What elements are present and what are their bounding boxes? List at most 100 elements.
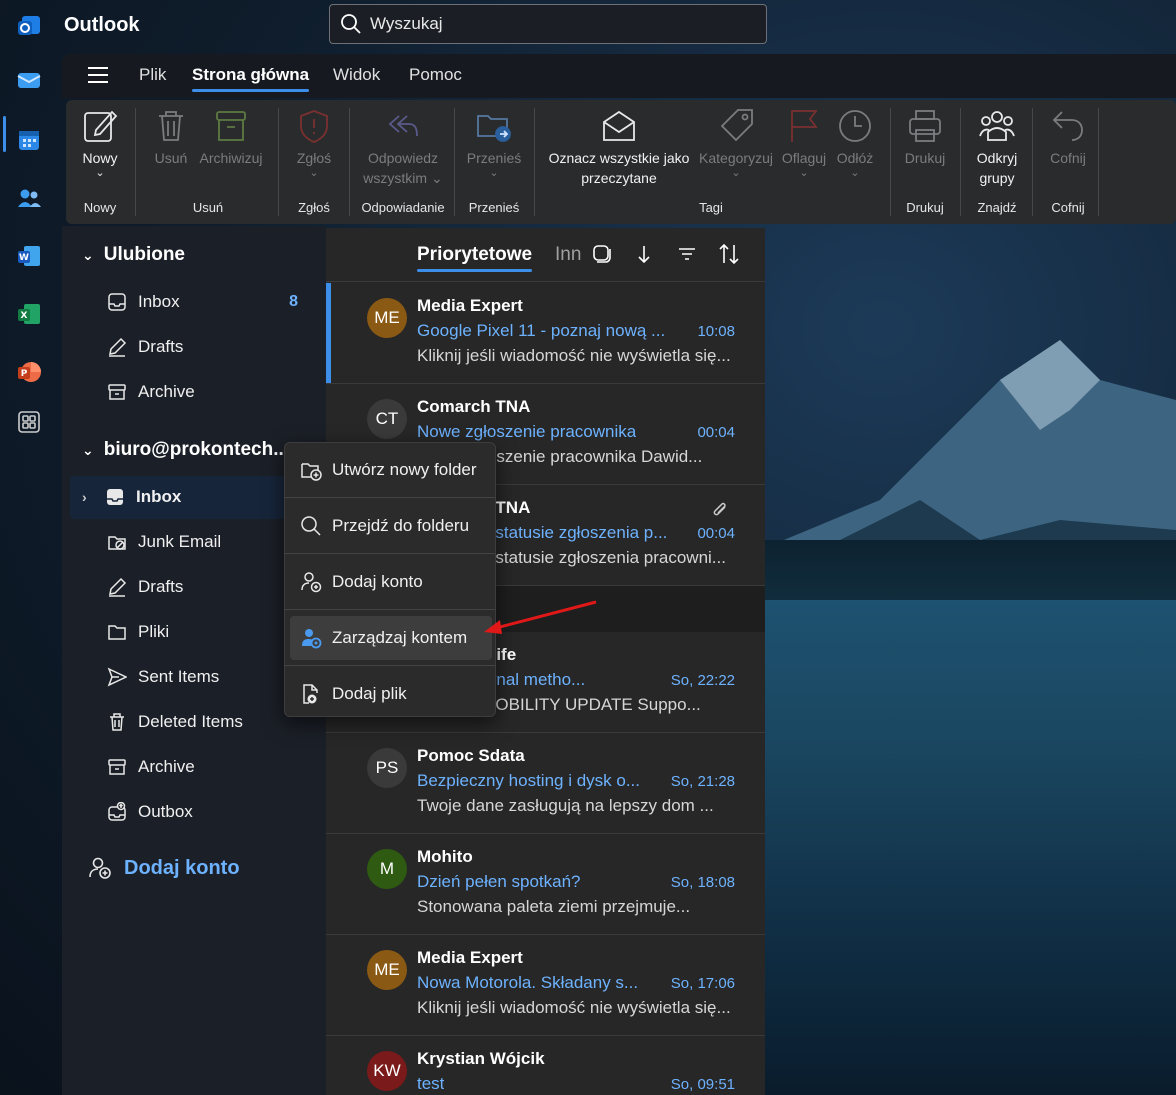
message-time: 10:08 (697, 323, 735, 340)
search-input[interactable]: Wyszukaj (329, 4, 767, 44)
chevron-down-icon: ⌄ (309, 167, 319, 179)
group-label-tags: Tagi (699, 200, 723, 215)
send-icon (106, 666, 128, 688)
flag-icon (791, 110, 818, 142)
menu-item-add-account[interactable]: Dodaj konto (290, 560, 492, 604)
menu-separator (285, 609, 495, 610)
folder-inbox[interactable]: › Inbox (82, 485, 181, 509)
folder-fav-inbox[interactable]: Inbox (106, 290, 180, 314)
message-preview: Twoje dane zasługują na lepszy dom ... (417, 796, 714, 815)
undo-button[interactable]: Cofnij (1044, 108, 1092, 168)
powerpoint-icon[interactable]: P (15, 358, 43, 386)
group-label-delete: Usuń (192, 200, 224, 215)
folder-junk[interactable]: Junk Email (106, 530, 221, 554)
reply-all-button[interactable]: Odpowiedz wszystkim ⌄ (358, 108, 448, 188)
message-row[interactable]: ME Media Expert Nowa Motorola. Składany … (326, 935, 765, 1036)
calendar-icon[interactable] (15, 126, 43, 154)
mark-all-read-button[interactable]: Oznacz wszystkie jako przeczytane (544, 108, 694, 188)
word-icon[interactable]: W (15, 242, 43, 270)
folder-sent[interactable]: Sent Items (106, 665, 219, 689)
add-person-icon (89, 857, 111, 879)
new-button[interactable]: Nowy ⌄ (80, 108, 120, 179)
select-mode-icon[interactable] (590, 242, 614, 266)
add-account-button[interactable]: Dodaj konto (88, 856, 240, 880)
folder-files[interactable]: Pliki (106, 620, 169, 644)
menu-item-add-file[interactable]: Dodaj plik (290, 672, 492, 716)
chevron-down-icon: ⌄ (799, 167, 809, 179)
snooze-button[interactable]: Odłóż ⌄ (832, 108, 878, 179)
tab-view[interactable]: Widok (333, 65, 380, 85)
ribbon-separator (135, 108, 136, 216)
hamburger-menu-icon[interactable] (88, 67, 108, 83)
folder-drafts[interactable]: Drafts (106, 575, 183, 599)
print-button[interactable]: Drukuj (900, 108, 950, 168)
message-time: So, 18:08 (670, 874, 735, 891)
sort-icon[interactable] (717, 242, 741, 266)
message-time: So, 21:28 (670, 773, 735, 790)
folder-fav-drafts[interactable]: Drafts (106, 335, 183, 359)
person-settings-icon (302, 629, 322, 649)
filter-icon[interactable] (675, 242, 699, 266)
compose-icon (84, 110, 118, 142)
avatar: CT (367, 399, 407, 439)
unread-count: 8 (289, 293, 298, 310)
message-time: 00:04 (697, 424, 735, 441)
message-row[interactable]: ME Media Expert Google Pixel 11 - poznaj… (326, 283, 765, 384)
report-button[interactable]: Zgłoś ⌄ (292, 108, 336, 179)
pencil-icon (106, 336, 128, 358)
menu-item-go-to-folder[interactable]: Przejdź do folderu (290, 504, 492, 548)
message-time: So, 17:06 (670, 975, 735, 992)
menu-item-manage-account[interactable]: Zarządzaj kontem (290, 616, 492, 660)
message-row[interactable]: M Mohito Dzień pełen spotkań? So, 18:08 … (326, 834, 765, 935)
tab-file[interactable]: Plik (139, 65, 166, 85)
ribbon-separator (349, 108, 350, 216)
message-preview: Kliknij jeśli wiadomość nie wyświetla si… (417, 346, 731, 365)
archive-button[interactable]: Archiwizuj (198, 108, 264, 168)
tab-focused[interactable]: Priorytetowe (417, 244, 533, 272)
avatar: PS (367, 748, 407, 788)
people-icon[interactable] (15, 184, 43, 212)
avatar: M (367, 849, 407, 889)
account-header[interactable]: ⌄ biuro@prokontech... (82, 439, 289, 461)
message-row[interactable]: PS Pomoc Sdata Bezpieczny hosting i dysk… (326, 733, 765, 834)
avatar: KW (367, 1051, 407, 1091)
categorize-button[interactable]: Kategoryzuj ⌄ (696, 108, 776, 179)
archive-icon (216, 111, 246, 141)
tab-other[interactable]: Inn (555, 244, 581, 266)
flag-button[interactable]: Oflaguj ⌄ (778, 108, 830, 179)
search-icon (341, 14, 361, 34)
svg-text:X: X (21, 311, 28, 321)
apps-icon[interactable] (15, 408, 43, 436)
delete-button[interactable]: Usuń (152, 108, 190, 168)
message-subject: Bezpieczny hosting i dysk o... (417, 771, 641, 790)
menu-item-new-folder[interactable]: Utwórz nowy folder (290, 448, 492, 492)
message-subject: Google Pixel 11 - poznaj nową ... (417, 321, 666, 340)
envelope-open-icon (603, 110, 635, 141)
discover-groups-button[interactable]: Odkryj grupy (968, 108, 1026, 188)
ribbon-separator (890, 108, 891, 216)
message-row[interactable]: KW Krystian Wójcik test So, 09:51 (326, 1036, 765, 1095)
message-sender: Comarch TNA (417, 397, 531, 416)
search-placeholder: Wyszukaj (370, 14, 443, 33)
favorites-header[interactable]: ⌄ Ulubione (82, 244, 185, 266)
pencil-icon (106, 576, 128, 598)
menu-separator (285, 497, 495, 498)
tab-help[interactable]: Pomoc (409, 65, 462, 85)
groups-icon (979, 111, 1015, 141)
jump-to-icon[interactable] (632, 242, 656, 266)
folder-fav-archive[interactable]: Archive (106, 380, 195, 404)
folder-deleted[interactable]: Deleted Items (106, 710, 243, 734)
mail-icon[interactable] (15, 66, 43, 94)
tab-home[interactable]: Strona główna (192, 65, 310, 92)
clock-icon (839, 110, 871, 142)
excel-icon[interactable]: X (15, 300, 43, 328)
rail-active-indicator (3, 116, 6, 152)
search-icon (301, 516, 321, 536)
folder-archive[interactable]: Archive (106, 755, 195, 779)
folder-outbox[interactable]: Outbox (106, 800, 193, 824)
message-list-header: Priorytetowe Inn (326, 228, 765, 282)
app-rail: W X P (0, 52, 58, 1095)
move-button[interactable]: Przenieś ⌄ (464, 108, 524, 179)
folder-icon (106, 621, 128, 643)
outlook-logo-icon (18, 16, 40, 35)
